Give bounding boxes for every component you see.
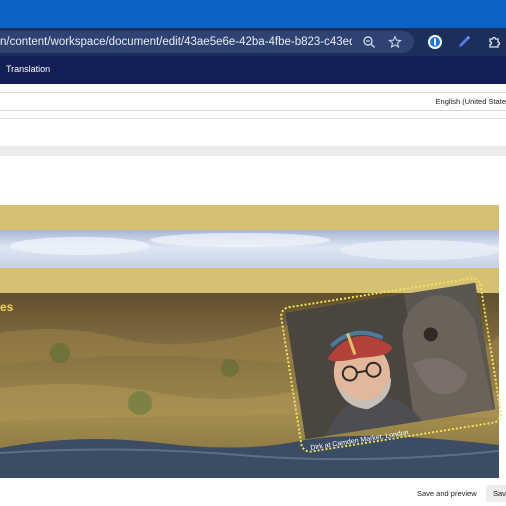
pen-extension-icon[interactable] <box>456 34 472 50</box>
bookmark-star-icon[interactable] <box>388 35 402 49</box>
language-selector[interactable]: English (United State <box>436 97 506 106</box>
address-bar[interactable]: n/content/workspace/document/edit/43ae5e… <box>0 31 414 53</box>
gold-band-top <box>0 205 499 231</box>
editor-footer: Save and preview Sav <box>0 484 506 506</box>
save-button[interactable]: Sav <box>486 485 506 502</box>
app-top-nav: Translation <box>0 56 506 84</box>
editor-divider <box>0 146 506 156</box>
browser-toolbar: n/content/workspace/document/edit/43ae5e… <box>0 28 506 56</box>
zoom-icon[interactable] <box>362 35 376 49</box>
editor-subtoolbar <box>0 118 506 146</box>
browser-titlebar <box>0 0 506 28</box>
sky-banner-image <box>0 230 499 268</box>
extensions-puzzle-icon[interactable] <box>486 34 502 50</box>
save-and-preview-button[interactable]: Save and preview <box>412 487 482 501</box>
editor-toolbar: English (United State <box>0 92 506 111</box>
url-text[interactable]: n/content/workspace/document/edit/43ae5e… <box>0 31 352 53</box>
password-manager-extension-icon[interactable] <box>427 34 443 50</box>
photo-card <box>278 275 504 455</box>
tab-translation[interactable]: Translation <box>6 56 50 84</box>
section-heading: es <box>0 300 14 314</box>
